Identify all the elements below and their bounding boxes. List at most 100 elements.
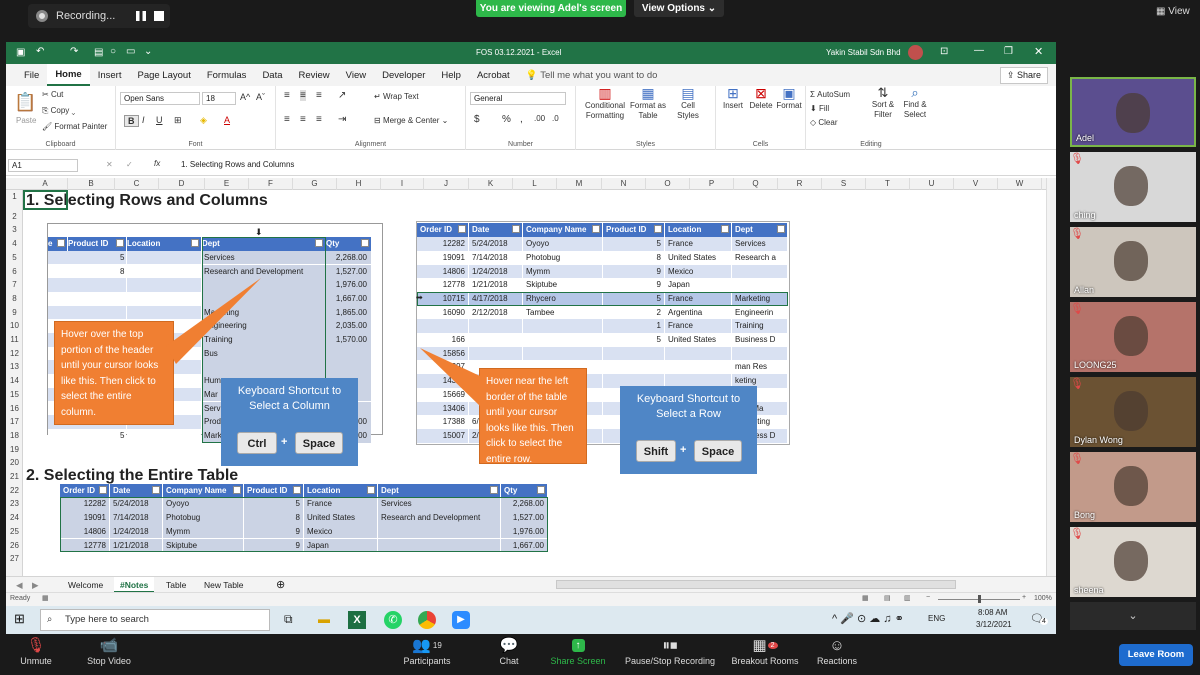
orientation-icon[interactable]: ↗ <box>338 90 346 101</box>
indent-icon[interactable]: ⇥ <box>338 114 346 125</box>
filter-dropdown-icon[interactable] <box>721 225 729 234</box>
leave-room-button[interactable]: Leave Room <box>1119 644 1193 666</box>
fill-color-icon[interactable]: ◈ <box>200 115 207 126</box>
view-button[interactable]: ▦ View <box>1156 6 1190 17</box>
sheet-tab-welcome[interactable]: Welcome <box>62 577 109 593</box>
tab-view[interactable]: View <box>338 64 374 86</box>
spreadsheet-grid[interactable]: ABCDEFGHIJKLMNOPQRSTUVW 1 2 3 4 5 6 7 8 9 10 11 12 1… <box>6 178 1056 580</box>
merge-center-button[interactable]: ⊟ Merge & Center ⌄ <box>374 116 448 125</box>
font-shrink-icon[interactable]: Aˇ <box>256 92 265 102</box>
tab-help[interactable]: Help <box>433 64 469 86</box>
clear-button[interactable]: ◇ Clear <box>810 118 838 127</box>
font-size-select[interactable]: 18 <box>202 92 236 105</box>
chat-button[interactable]: 💬 Chat <box>490 634 528 666</box>
font-color-icon[interactable]: A <box>224 115 230 125</box>
page-layout-view-icon[interactable]: ▤ <box>884 594 891 602</box>
filter-dropdown-icon[interactable] <box>152 485 160 494</box>
excel-taskbar-icon[interactable]: X <box>348 611 366 629</box>
add-sheet-icon[interactable]: ⊕ <box>270 577 291 593</box>
chrome-icon[interactable] <box>418 611 436 629</box>
clock-time[interactable]: 8:08 AM <box>978 608 1007 617</box>
align-bottom-icon[interactable]: ≡ <box>316 90 322 101</box>
tab-developer[interactable]: Developer <box>374 64 433 86</box>
name-box[interactable]: A1 <box>8 159 78 172</box>
conditional-formatting-button[interactable]: ▥ Conditional Formatting <box>582 86 628 121</box>
unmute-button[interactable]: 🎙 Unmute <box>10 634 62 666</box>
filter-dropdown-icon[interactable] <box>777 225 785 234</box>
file-explorer-icon[interactable]: ▬ <box>318 612 330 626</box>
reactions-button[interactable]: ☺ Reactions <box>812 634 862 667</box>
zoom-percent[interactable]: 100% <box>1034 595 1052 602</box>
number-format-select[interactable]: General <box>470 92 566 105</box>
macro-record-icon[interactable]: ▦ <box>42 594 49 602</box>
new-file-icon[interactable]: ▤ <box>94 47 103 58</box>
active-cell-cursor[interactable] <box>23 190 68 210</box>
tab-review[interactable]: Review <box>291 64 338 86</box>
zoom-out-icon[interactable]: − <box>926 594 930 601</box>
whatsapp-icon[interactable]: ✆ <box>384 611 402 629</box>
participant-video[interactable]: 🎙 sheena <box>1070 527 1196 597</box>
percent-icon[interactable]: % <box>502 114 511 125</box>
save-icon[interactable]: ▣ <box>16 47 25 58</box>
font-grow-icon[interactable]: A^ <box>240 92 250 102</box>
view-options-button[interactable]: View Options ⌄ <box>634 0 724 17</box>
paste-icon[interactable]: 📋 <box>14 92 36 113</box>
zoom-in-icon[interactable]: + <box>1022 594 1026 601</box>
comma-icon[interactable]: , <box>520 114 523 125</box>
share-button[interactable]: ⇪ Share <box>999 67 1048 84</box>
system-tray-icons[interactable]: ^ 🎤 ⊙ ☁ ♫ ⚭ <box>832 612 904 625</box>
cell-styles-button[interactable]: ▤ Cell Styles <box>670 86 706 121</box>
close-icon[interactable]: ✕ <box>1034 45 1043 58</box>
sort-filter-button[interactable]: ⇅ Sort & Filter <box>870 86 896 120</box>
font-name-select[interactable]: Open Sans <box>120 92 200 105</box>
stop-icon[interactable] <box>154 11 164 21</box>
avatar[interactable] <box>908 45 923 60</box>
italic-icon[interactable]: I <box>142 115 145 125</box>
tab-home[interactable]: Home <box>47 64 90 86</box>
pause-icon[interactable] <box>136 11 146 21</box>
borders-icon[interactable]: ⊞ <box>174 115 182 126</box>
undo-icon[interactable]: ↶ <box>36 46 44 57</box>
copy-button[interactable]: ⎘ Copy ⌄ <box>42 106 75 116</box>
filter-dropdown-icon[interactable] <box>57 239 65 248</box>
tab-file[interactable]: File <box>16 64 47 86</box>
filter-dropdown-icon[interactable] <box>592 225 600 234</box>
pause-stop-recording-button[interactable]: ⏸⏹ Pause/Stop Recording <box>620 634 720 667</box>
bold-icon[interactable]: B <box>124 115 139 127</box>
autosum-button[interactable]: Σ AutoSum <box>810 90 850 99</box>
format-cells-button[interactable]: ▣ Format <box>776 86 802 111</box>
page-break-view-icon[interactable]: ▥ <box>904 594 911 602</box>
circle-icon[interactable]: ○ <box>110 46 116 57</box>
tab-acrobat[interactable]: Acrobat <box>469 64 518 86</box>
filter-dropdown-icon[interactable] <box>367 485 375 494</box>
format-painter-button[interactable]: 🖌 Format Painter <box>42 122 107 131</box>
filter-dropdown-icon[interactable] <box>654 225 662 234</box>
restore-icon[interactable]: ❐ <box>1004 46 1013 57</box>
zoom-slider-thumb[interactable] <box>978 595 981 603</box>
minimize-icon[interactable]: — <box>974 45 984 56</box>
align-top-icon[interactable]: ≡ <box>284 90 290 101</box>
cut-button[interactable]: ✂ Cut <box>42 90 63 99</box>
normal-view-icon[interactable]: ▦ <box>862 594 869 602</box>
filter-dropdown-icon[interactable] <box>191 239 199 248</box>
align-left-icon[interactable]: ≡ <box>284 114 290 125</box>
increase-decimal-icon[interactable]: .00 <box>534 114 545 123</box>
find-select-button[interactable]: ⌕ Find & Select <box>900 86 930 120</box>
align-center-icon[interactable]: ≡ <box>300 114 306 125</box>
function-icon[interactable]: fx <box>154 159 160 168</box>
ribbon-options-icon[interactable]: ⊡ <box>940 46 948 57</box>
stop-video-button[interactable]: 📹 Stop Video <box>80 634 138 666</box>
tab-formulas[interactable]: Formulas <box>199 64 255 86</box>
participant-video[interactable]: 🎙 Dylan Wong <box>1070 377 1196 447</box>
windows-start-icon[interactable]: ⊞ <box>14 611 25 627</box>
filter-dropdown-icon[interactable] <box>361 239 369 248</box>
clock-date[interactable]: 3/12/2021 <box>976 620 1012 629</box>
sheet-tab-table[interactable]: Table <box>160 577 192 593</box>
qat-more-icon[interactable]: ⌄ <box>144 46 152 57</box>
taskbar-search-input[interactable]: ⌕ Type here to search <box>40 609 270 631</box>
participant-video[interactable]: 🎙 Bong <box>1070 452 1196 522</box>
filter-dropdown-icon[interactable] <box>458 225 466 234</box>
fill-button[interactable]: ⬇ Fill <box>810 104 829 113</box>
filter-dropdown-icon[interactable] <box>233 485 241 494</box>
tab-page-layout[interactable]: Page Layout <box>129 64 198 86</box>
